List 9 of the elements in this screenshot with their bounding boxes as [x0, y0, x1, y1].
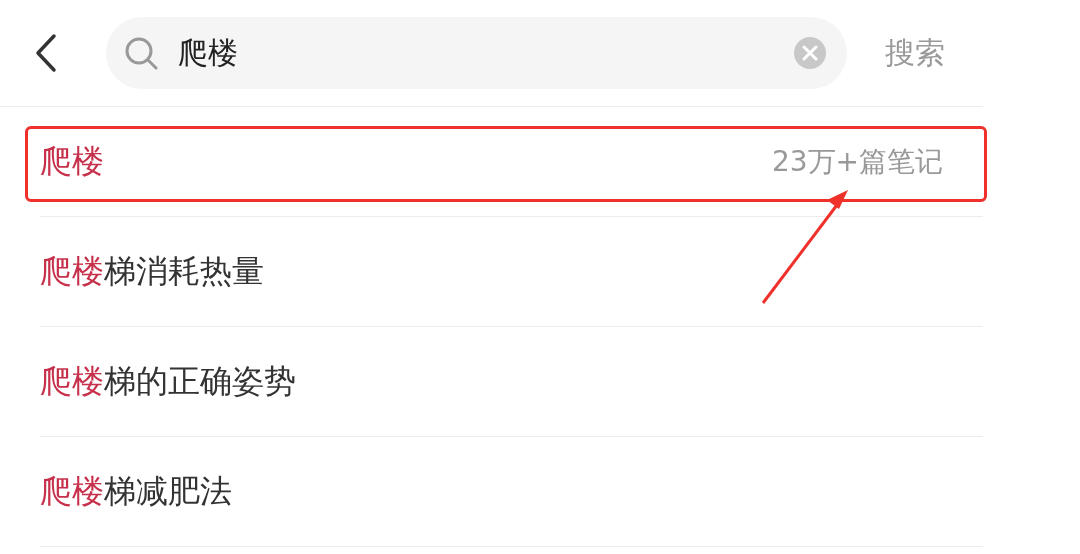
search-input[interactable]: 爬楼: [178, 35, 793, 71]
search-icon: [124, 36, 158, 70]
back-icon[interactable]: [34, 33, 58, 73]
search-field[interactable]: 爬楼: [106, 17, 847, 89]
suggestion-item[interactable]: 爬楼梯的正确姿势: [40, 327, 983, 437]
suggestion-item[interactable]: 爬楼梯减肥法: [40, 437, 983, 547]
suggestion-item[interactable]: 爬楼梯消耗热量: [40, 217, 983, 327]
note-count: 23万+篇笔记: [771, 143, 943, 180]
suggestion-item[interactable]: 爬楼 23万+篇笔记: [40, 107, 983, 217]
